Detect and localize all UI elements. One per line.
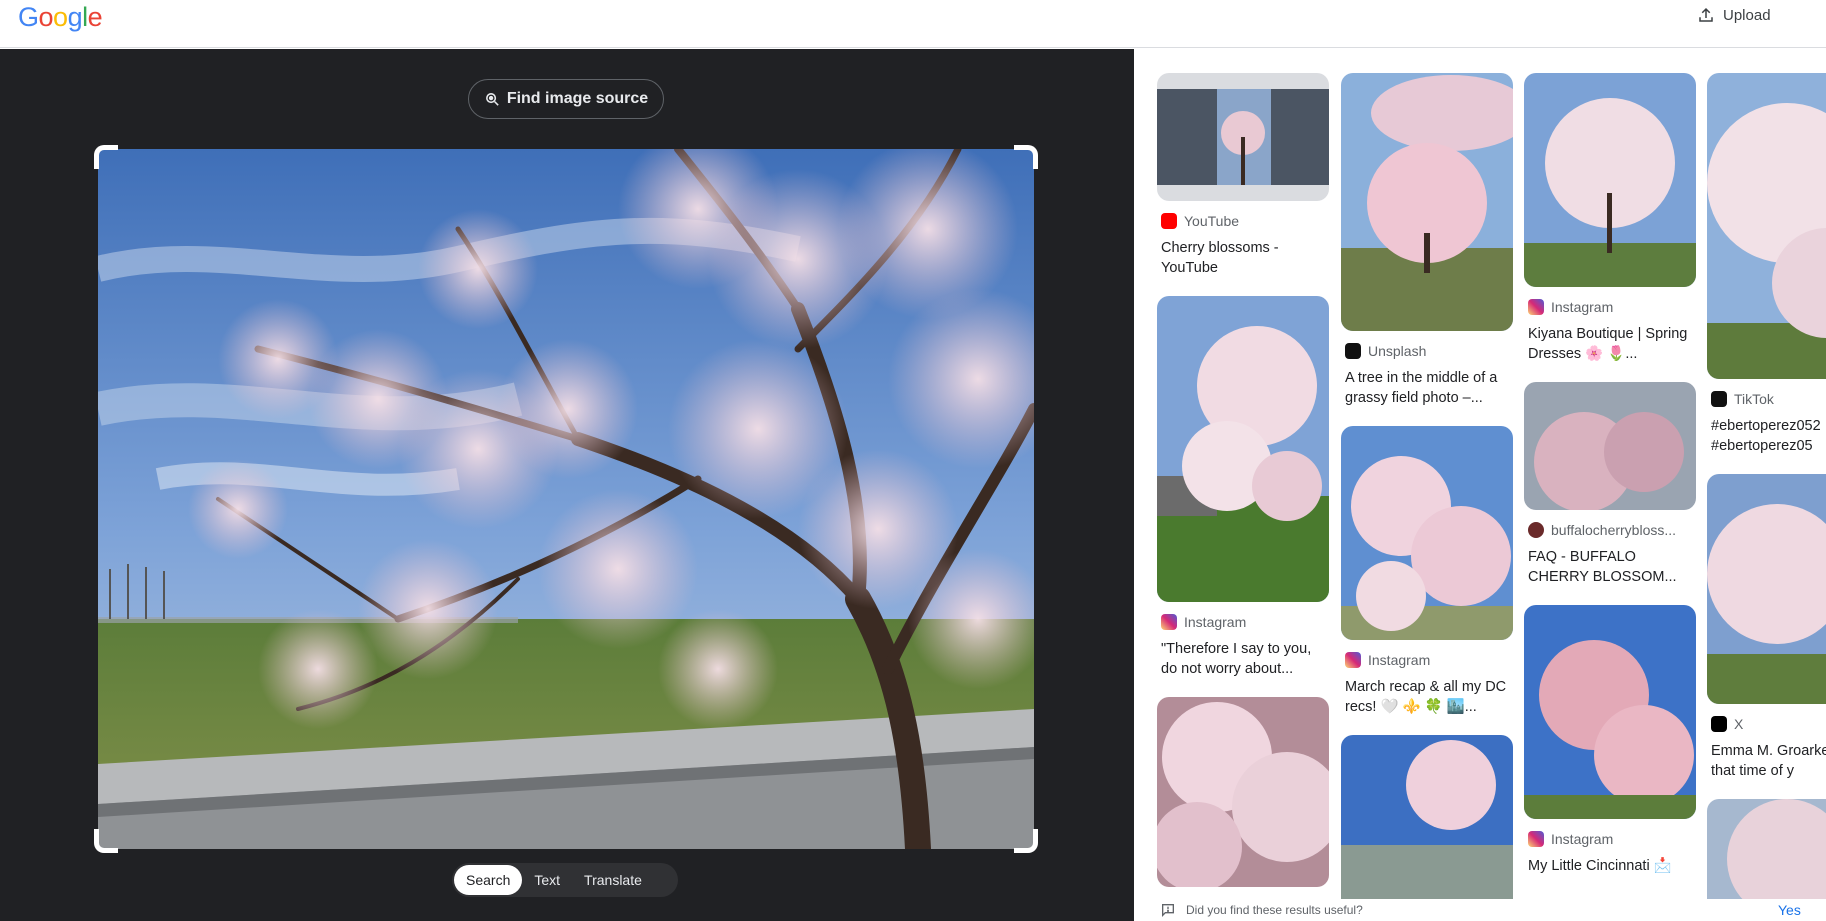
find-image-source-button[interactable]: Find image source bbox=[468, 79, 664, 119]
result-thumbnail bbox=[1157, 697, 1329, 887]
result-card[interactable]: TikTok #ebertoperez052 #ebertoperez05 bbox=[1707, 73, 1826, 456]
feedback-icon bbox=[1162, 904, 1174, 917]
cherry-tree-photo bbox=[98, 149, 1034, 849]
result-card[interactable]: buffalocherrybloss... FAQ - BUFFALO CHER… bbox=[1524, 382, 1696, 587]
result-source: Instagram bbox=[1524, 299, 1696, 315]
upload-label: Upload bbox=[1723, 6, 1771, 24]
crop-handle-top-left[interactable] bbox=[94, 145, 118, 169]
result-thumbnail bbox=[1707, 474, 1826, 704]
result-source: TikTok bbox=[1707, 391, 1826, 407]
result-thumbnail bbox=[1341, 73, 1513, 331]
feedback-yes-button[interactable]: Yes bbox=[1778, 902, 1801, 918]
visual-matches-panel: YouTube Cherry blossoms - YouTube Instag… bbox=[1135, 49, 1826, 921]
result-title: "Therefore I say to you, do not worry ab… bbox=[1161, 641, 1312, 677]
result-thumbnail bbox=[1341, 426, 1513, 640]
result-source: Instagram bbox=[1524, 831, 1696, 847]
instagram-icon bbox=[1528, 299, 1544, 315]
result-source: X bbox=[1707, 716, 1826, 732]
lens-search-icon bbox=[485, 92, 499, 106]
results-column: YouTube Cherry blossoms - YouTube Instag… bbox=[1157, 73, 1329, 905]
result-source-name: buffalocherrybloss... bbox=[1551, 522, 1677, 538]
x-icon bbox=[1711, 716, 1727, 732]
upload-button[interactable]: Upload bbox=[1697, 6, 1771, 24]
result-card[interactable]: Instagram March recap & all my DC recs! … bbox=[1341, 426, 1513, 717]
youtube-icon bbox=[1161, 213, 1177, 229]
result-thumbnail bbox=[1157, 73, 1329, 201]
result-source-name: YouTube bbox=[1184, 213, 1240, 229]
result-source-name: Instagram bbox=[1368, 652, 1431, 668]
query-image bbox=[98, 149, 1034, 849]
crop-handle-top-right[interactable] bbox=[1014, 145, 1038, 169]
result-source: buffalocherrybloss... bbox=[1524, 522, 1696, 538]
result-title: March recap & all my DC recs! 🤍 ⚜️ 🍀 🏙️.… bbox=[1345, 679, 1507, 715]
unsplash-icon bbox=[1345, 343, 1361, 359]
crop-handle-bottom-left[interactable] bbox=[94, 829, 118, 853]
result-card[interactable]: X Emma M. Groarke "It's that time of y bbox=[1707, 474, 1826, 781]
result-title: Cherry blossoms - YouTube bbox=[1161, 240, 1279, 276]
results-column: Unsplash A tree in the middle of a grass… bbox=[1341, 73, 1513, 921]
result-card[interactable]: Unsplash A tree in the middle of a grass… bbox=[1341, 73, 1513, 408]
result-card[interactable]: Instagram Kiyana Boutique | Spring Dress… bbox=[1524, 73, 1696, 364]
result-source-name: Instagram bbox=[1184, 614, 1247, 630]
crop-selection[interactable] bbox=[94, 145, 1038, 853]
mode-switcher: Search Text Translate bbox=[452, 863, 678, 897]
feedback-question: Did you find these results useful? bbox=[1186, 903, 1363, 917]
result-title: Emma M. Groarke "It's that time of y bbox=[1711, 743, 1826, 779]
result-thumbnail bbox=[1524, 605, 1696, 819]
results-column: Instagram Kiyana Boutique | Spring Dress… bbox=[1524, 73, 1696, 894]
result-title: A tree in the middle of a grassy field p… bbox=[1345, 370, 1498, 406]
result-card[interactable]: YouTube Cherry blossoms - YouTube bbox=[1157, 73, 1329, 278]
find-image-source-label: Find image source bbox=[506, 90, 649, 107]
instagram-icon bbox=[1528, 831, 1544, 847]
result-source-name: Unsplash bbox=[1368, 343, 1427, 359]
mode-search-tab[interactable]: Search bbox=[454, 865, 523, 895]
result-title: My Little Cincinnati 📩 bbox=[1528, 858, 1672, 874]
image-viewer: Find image source Search Text Translate bbox=[0, 49, 1134, 921]
buffalo-icon bbox=[1528, 522, 1544, 538]
result-thumbnail bbox=[1707, 73, 1826, 379]
results-column: TikTok #ebertoperez052 #ebertoperez05 X … bbox=[1707, 73, 1826, 921]
result-source: Unsplash bbox=[1341, 343, 1513, 359]
result-source-name: Instagram bbox=[1551, 831, 1614, 847]
result-title: FAQ - BUFFALO CHERRY BLOSSOM... bbox=[1528, 549, 1677, 585]
result-title: #ebertoperez052 #ebertoperez05 bbox=[1711, 418, 1821, 454]
result-thumbnail bbox=[1524, 73, 1696, 287]
mode-text-tab[interactable]: Text bbox=[522, 865, 572, 895]
result-title: Kiyana Boutique | Spring Dresses 🌸 🌷... bbox=[1528, 326, 1688, 362]
top-bar: Google Upload bbox=[0, 0, 1826, 48]
instagram-icon bbox=[1161, 614, 1177, 630]
result-thumbnail bbox=[1157, 296, 1329, 602]
result-source-name: Instagram bbox=[1551, 299, 1614, 315]
result-source: YouTube bbox=[1157, 213, 1329, 229]
upload-icon bbox=[1699, 7, 1713, 22]
google-logo[interactable]: Google bbox=[18, 2, 103, 33]
instagram-icon bbox=[1345, 652, 1361, 668]
feedback-bar: Did you find these results useful? Yes bbox=[1135, 899, 1826, 921]
result-card[interactable]: Instagram "Therefore I say to you, do no… bbox=[1157, 296, 1329, 679]
result-card[interactable] bbox=[1157, 697, 1329, 887]
result-source-name: TikTok bbox=[1734, 391, 1774, 407]
mode-translate-tab[interactable]: Translate bbox=[572, 865, 654, 895]
result-thumbnail bbox=[1524, 382, 1696, 510]
result-card[interactable]: Instagram My Little Cincinnati 📩 bbox=[1524, 605, 1696, 876]
result-source: Instagram bbox=[1341, 652, 1513, 668]
result-source-name: X bbox=[1734, 716, 1744, 732]
result-source: Instagram bbox=[1157, 614, 1329, 630]
result-thumbnail bbox=[1341, 735, 1513, 921]
result-card[interactable] bbox=[1341, 735, 1513, 921]
tiktok-icon bbox=[1711, 391, 1727, 407]
crop-handle-bottom-right[interactable] bbox=[1014, 829, 1038, 853]
